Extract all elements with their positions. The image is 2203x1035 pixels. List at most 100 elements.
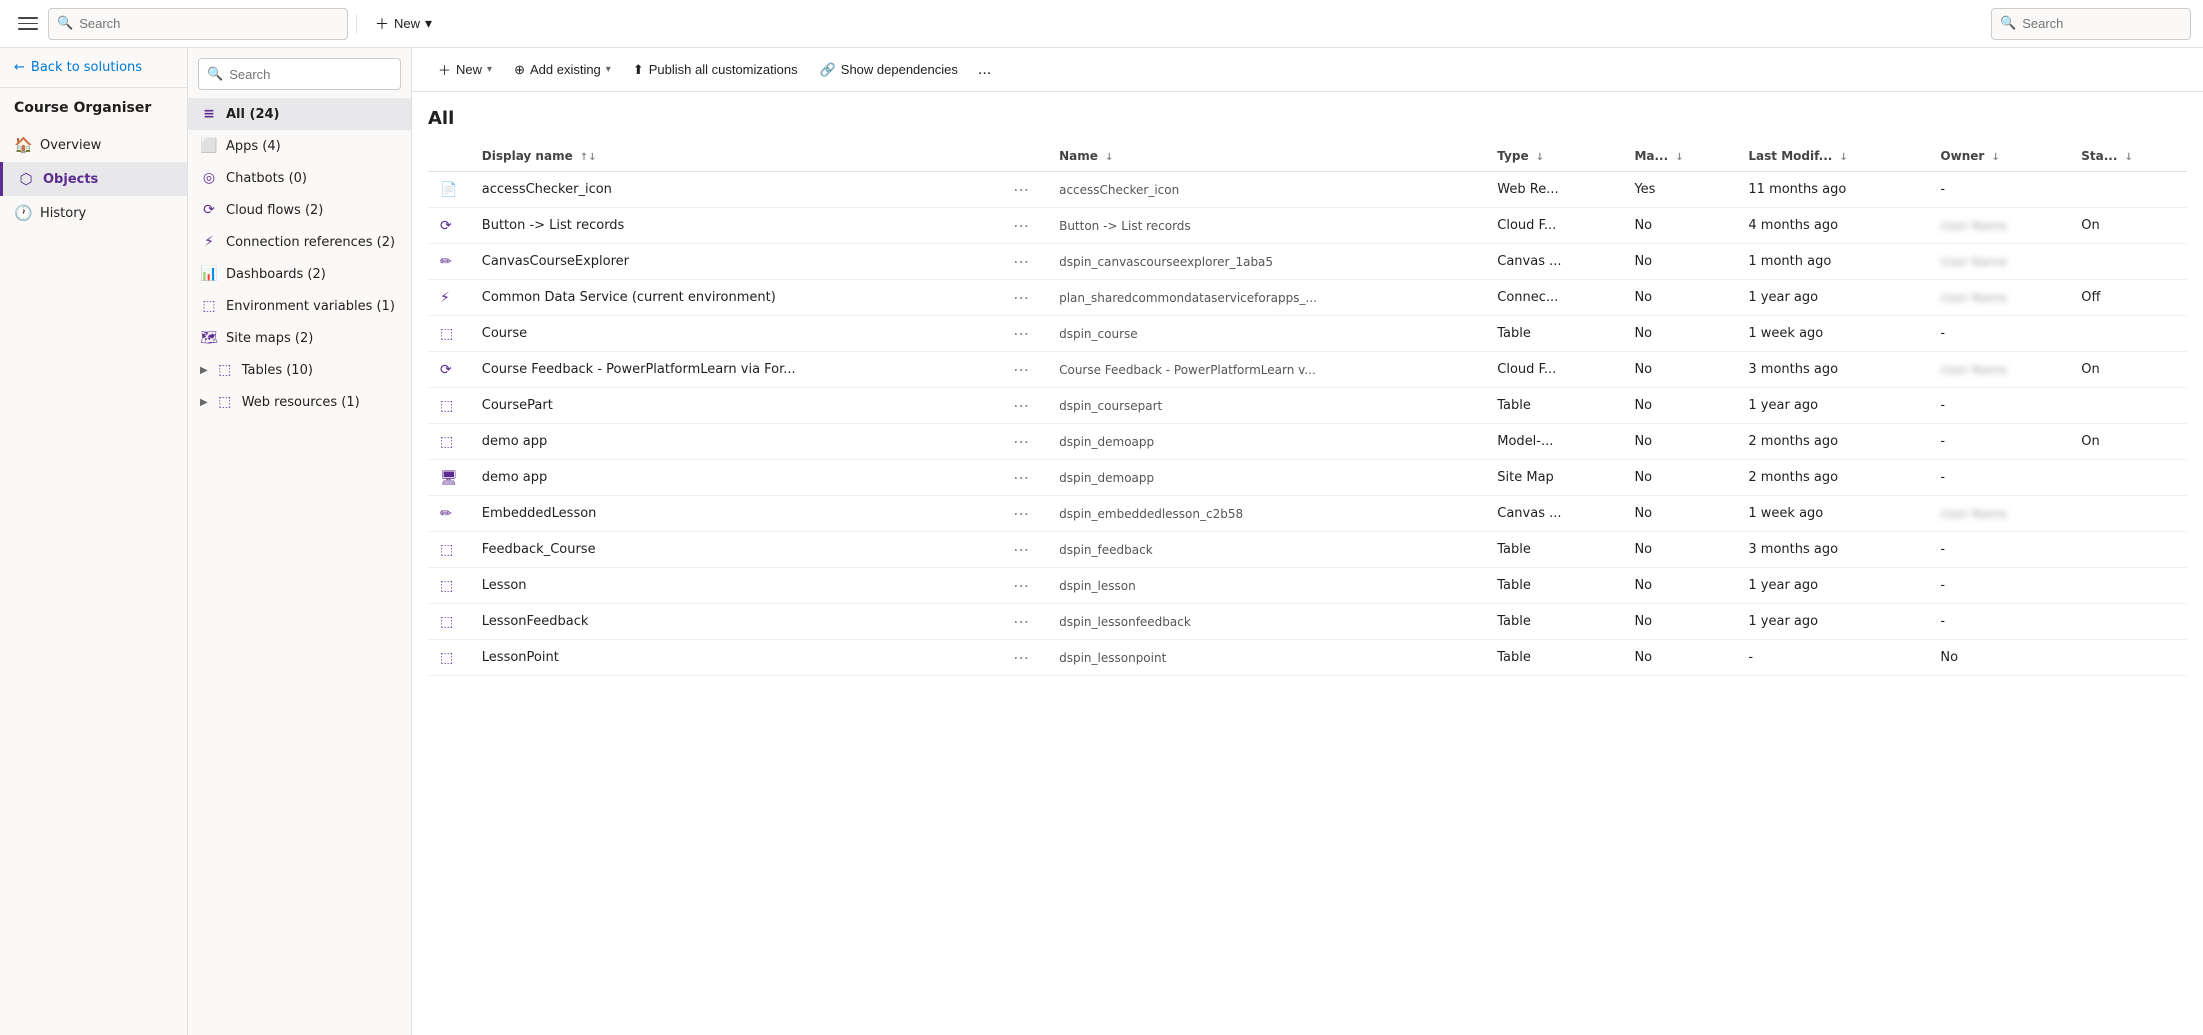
back-to-solutions[interactable]: ← Back to solutions [0,48,187,88]
mid-item-env-vars[interactable]: ⬚ Environment variables (1) [188,290,411,322]
row-status [2069,388,2187,424]
mid-item-all[interactable]: ≡ All (24) [188,98,411,130]
table-row[interactable]: ⟳ Course Feedback - PowerPlatformLearn v… [428,352,2187,388]
mid-item-web-resources[interactable]: ▶ ⬚ Web resources (1) [188,386,411,418]
mid-item-connection-refs[interactable]: ⚡ Connection references (2) [188,226,411,258]
action-add-existing-button[interactable]: ⊕ Add existing ▾ [504,56,621,84]
col-display-name[interactable]: Display name ↑↓ [470,141,995,172]
table-row[interactable]: ⚡ Common Data Service (current environme… [428,280,2187,316]
dashboards-icon: 📊 [200,266,218,282]
mid-item-chatbots[interactable]: ◎ Chatbots (0) [188,162,411,194]
row-last-modified: 2 months ago [1736,424,1928,460]
objects-icon: ⬡ [17,170,35,188]
row-display-name: CanvasCourseExplorer [470,244,995,280]
display-name-sort-icon: ↑↓ [580,152,597,163]
action-more-label: ... [978,61,991,79]
row-more-button[interactable]: ⋯ [1007,574,1035,597]
row-type-icon: ⟳ [428,352,470,388]
col-type[interactable]: Type ↓ [1485,141,1622,172]
new-button[interactable]: ＋ New ▾ [365,8,442,40]
main-search-input[interactable] [79,16,339,31]
table-row[interactable]: ⬚ Lesson ⋯ dspin_lesson Table No 1 year … [428,568,2187,604]
row-more-button[interactable]: ⋯ [1007,214,1035,237]
table-row[interactable]: ⬚ demo app ⋯ dspin_demoapp Model-... No … [428,424,2187,460]
row-display-name: CoursePart [470,388,995,424]
owner-sort-icon: ↓ [1991,152,1999,163]
row-more-button[interactable]: ⋯ [1007,610,1035,633]
col-owner[interactable]: Owner ↓ [1928,141,2069,172]
right-search-input[interactable] [2022,16,2182,31]
row-display-name: Common Data Service (current environment… [470,280,995,316]
row-name: dspin_embeddedlesson_c2b58 [1047,496,1485,532]
row-name: plan_sharedcommondataserviceforapps_... [1047,280,1485,316]
col-name[interactable]: Name ↓ [1047,141,1485,172]
col-status[interactable]: Sta... ↓ [2069,141,2187,172]
right-search-box[interactable]: 🔍 [1991,8,2191,40]
action-publish-button[interactable]: ⬆ Publish all customizations [623,56,808,84]
row-more-button[interactable]: ⋯ [1007,394,1035,417]
row-last-modified: 1 month ago [1736,244,1928,280]
row-name: dspin_lessonpoint [1047,640,1485,676]
row-more-button[interactable]: ⋯ [1007,502,1035,525]
row-display-name: accessChecker_icon [470,172,995,208]
mid-item-cloud-flows[interactable]: ⟳ Cloud flows (2) [188,194,411,226]
sidebar-item-overview[interactable]: 🏠 Overview [0,128,187,162]
table-row[interactable]: ✏ EmbeddedLesson ⋯ dspin_embeddedlesson_… [428,496,2187,532]
row-more-button[interactable]: ⋯ [1007,646,1035,669]
table-row[interactable]: ⬚ LessonFeedback ⋯ dspin_lessonfeedback … [428,604,2187,640]
mid-item-dashboards[interactable]: 📊 Dashboards (2) [188,258,411,290]
main-search-box[interactable]: 🔍 [48,8,348,40]
mid-search-box[interactable]: 🔍 [198,58,401,90]
action-more-button[interactable]: ... [970,55,999,85]
mid-web-resources-label: Web resources (1) [242,395,360,410]
table-row[interactable]: ⬚ CoursePart ⋯ dspin_coursepart Table No… [428,388,2187,424]
row-type: Table [1485,604,1622,640]
table-row[interactable]: ⬚ Course ⋯ dspin_course Table No 1 week … [428,316,2187,352]
mid-item-tables[interactable]: ▶ ⬚ Tables (10) [188,354,411,386]
plus-icon: ＋ [375,14,389,34]
row-type-icon: ⬚ [428,640,470,676]
row-name: Button -> List records [1047,208,1485,244]
table-row[interactable]: ✏ CanvasCourseExplorer ⋯ dspin_canvascou… [428,244,2187,280]
table-row[interactable]: ⟳ Button -> List records ⋯ Button -> Lis… [428,208,2187,244]
mid-item-site-maps[interactable]: 🗺 Site maps (2) [188,322,411,354]
row-more-button[interactable]: ⋯ [1007,358,1035,381]
row-owner: - [1928,604,2069,640]
row-more-button[interactable]: ⋯ [1007,430,1035,453]
row-last-modified: 11 months ago [1736,172,1928,208]
action-dependencies-button[interactable]: 🔗 Show dependencies [810,56,968,84]
row-last-modified: 2 months ago [1736,460,1928,496]
col-managed[interactable]: Ma... ↓ [1622,141,1736,172]
status-sort-icon: ↓ [2125,152,2133,163]
row-more-button[interactable]: ⋯ [1007,538,1035,561]
row-type-icon: ✏ [428,244,470,280]
row-type-icon: ⟳ [428,208,470,244]
row-display-name: Course [470,316,995,352]
row-more-button[interactable]: ⋯ [1007,466,1035,489]
sidebar-item-objects[interactable]: ⬡ Objects [0,162,187,196]
mid-item-apps[interactable]: ⬜ Apps (4) [188,130,411,162]
table-row[interactable]: ⬚ LessonPoint ⋯ dspin_lessonpoint Table … [428,640,2187,676]
row-managed: No [1622,280,1736,316]
row-more-button[interactable]: ⋯ [1007,250,1035,273]
row-more-button[interactable]: ⋯ [1007,322,1035,345]
row-type: Table [1485,568,1622,604]
table-row[interactable]: 🖥 demo app ⋯ dspin_demoapp Site Map No 2… [428,460,2187,496]
sidebar-objects-label: Objects [43,172,98,187]
sidebar-item-history[interactable]: 🕐 History [0,196,187,230]
row-type-icon: ⬚ [428,388,470,424]
hamburger-menu[interactable] [12,8,44,40]
row-status [2069,532,2187,568]
col-last-modified[interactable]: Last Modif... ↓ [1736,141,1928,172]
row-name: dspin_lessonfeedback [1047,604,1485,640]
table-row[interactable]: 📄 accessChecker_icon ⋯ accessChecker_ico… [428,172,2187,208]
row-last-modified: 1 week ago [1736,496,1928,532]
row-owner: - [1928,568,2069,604]
mid-search-input[interactable] [229,67,392,82]
row-more-button[interactable]: ⋯ [1007,178,1035,201]
main-layout: ← Back to solutions Course Organiser 🏠 O… [0,48,2203,1035]
action-new-button[interactable]: ＋ New ▾ [428,54,502,85]
row-more-button[interactable]: ⋯ [1007,286,1035,309]
row-type-icon: 🖥 [428,460,470,496]
table-row[interactable]: ⬚ Feedback_Course ⋯ dspin_feedback Table… [428,532,2187,568]
